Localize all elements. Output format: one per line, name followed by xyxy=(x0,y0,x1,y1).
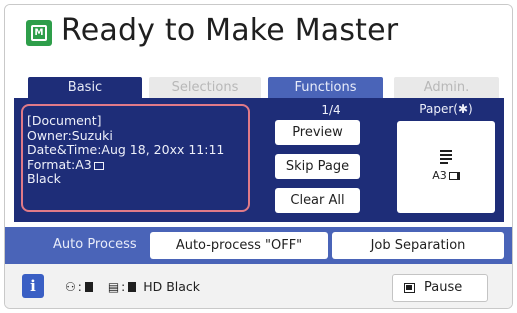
document-format: Format:A3 xyxy=(27,157,248,173)
clear-all-button[interactable]: Clear All xyxy=(275,188,360,213)
ink-name: HD Black xyxy=(143,279,201,294)
auto-process-bar: Auto Process Auto-process "OFF" Job Sepa… xyxy=(5,227,512,264)
auto-process-button[interactable]: Auto-process "OFF" xyxy=(150,232,328,259)
paper-size: A3 xyxy=(397,169,495,182)
status-indicators: ⚇: ▤: HD Black xyxy=(65,279,201,294)
orientation-icon xyxy=(448,172,460,180)
main-panel: [Document] Owner:Suzuki Date&Time:Aug 18… xyxy=(14,98,504,222)
paper-select-button[interactable]: A3 xyxy=(397,121,495,213)
master-level-icon xyxy=(84,281,93,292)
info-button[interactable]: i xyxy=(22,274,44,298)
preview-button[interactable]: Preview xyxy=(275,120,360,145)
pause-button[interactable]: Pause xyxy=(392,274,488,302)
page-count: 1/4 xyxy=(321,103,341,117)
master-icon: M xyxy=(26,20,52,46)
tab-basic[interactable]: Basic xyxy=(28,77,142,98)
tab-functions[interactable]: Functions xyxy=(268,77,383,98)
pause-icon xyxy=(404,283,415,293)
paper-label: Paper(✱) xyxy=(419,102,473,116)
ink-level-icon xyxy=(128,281,137,292)
auto-process-label: Auto Process xyxy=(53,237,137,252)
screen: M Ready to Make Master Basic Selections … xyxy=(4,4,513,309)
document-datetime: Date&Time:Aug 18, 20xx 11:11 xyxy=(27,142,225,158)
paper-tray-icon xyxy=(440,150,452,164)
skip-page-button[interactable]: Skip Page xyxy=(275,154,360,179)
pause-label: Pause xyxy=(424,280,463,295)
status-bar: i ⚇: ▤: HD Black Pause xyxy=(5,264,512,308)
orientation-icon xyxy=(93,161,104,170)
job-separation-button[interactable]: Job Separation xyxy=(332,232,504,259)
tab-bar: Basic Selections Functions Admin. xyxy=(28,77,499,98)
tab-selections[interactable]: Selections xyxy=(149,77,261,98)
document-owner: Owner:Suzuki xyxy=(27,127,113,143)
document-heading: [Document] xyxy=(27,113,102,128)
page-title: Ready to Make Master xyxy=(61,13,399,48)
master-unit-icon: ⚇ xyxy=(65,279,76,294)
title-bar: M Ready to Make Master xyxy=(5,5,512,67)
document-ink: Black xyxy=(27,171,61,187)
tab-admin[interactable]: Admin. xyxy=(394,77,499,98)
document-info-box[interactable]: [Document] Owner:Suzuki Date&Time:Aug 18… xyxy=(21,104,250,212)
ink-cartridge-icon: ▤ xyxy=(107,279,120,294)
